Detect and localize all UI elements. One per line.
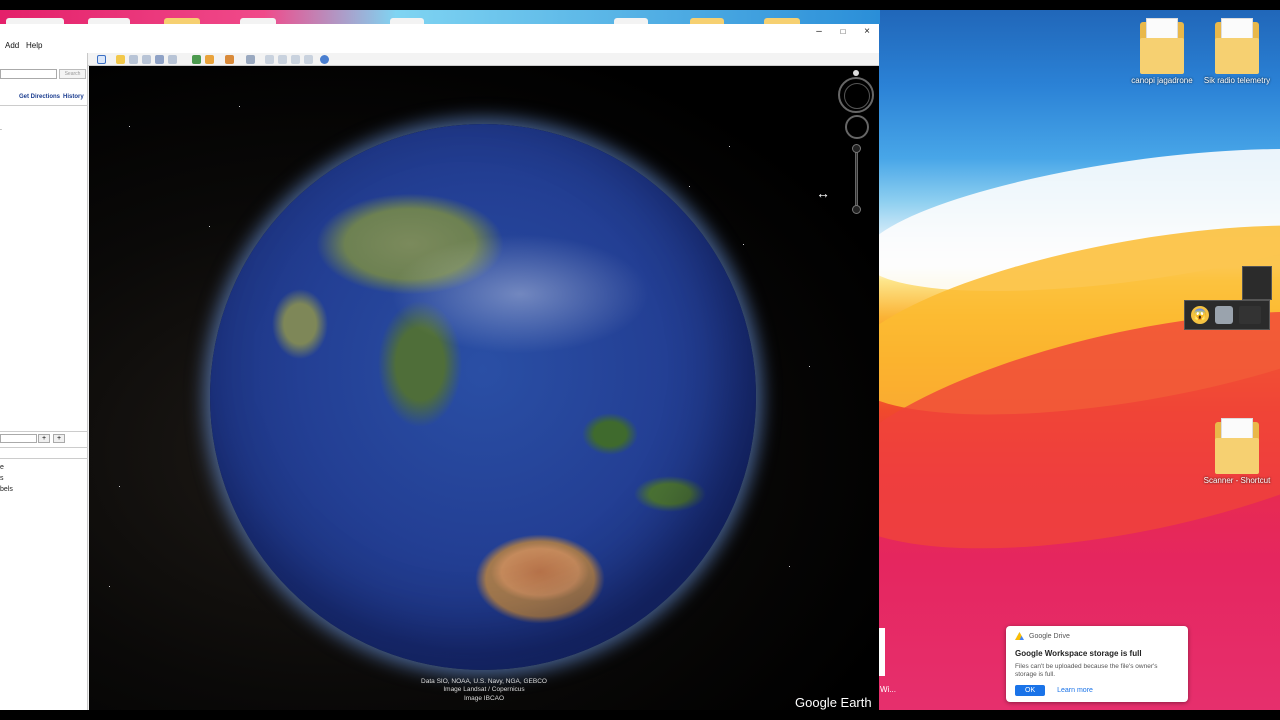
desktop-icon-canopi[interactable]: canopi jagadrone — [1122, 18, 1202, 85]
browser-tab-strip — [0, 10, 880, 32]
desktop-icon-label: Scanner - Shortcut — [1203, 476, 1271, 485]
divider — [0, 431, 88, 432]
top-black-bar — [0, 0, 1280, 10]
emoji-tray-icon[interactable]: 😱 — [1191, 306, 1209, 324]
folder-icon — [1140, 18, 1184, 74]
earth-3d-viewer[interactable]: ↔ Data SIO, NOAA, U.S. Navy, NGA, GEBCO … — [89, 66, 879, 710]
tray-overflow-top[interactable] — [1242, 266, 1272, 300]
attribution-line: Data SIO, NOAA, U.S. Navy, NGA, GEBCO — [421, 678, 547, 685]
placemark-icon[interactable] — [116, 55, 125, 64]
folder-shortcut-icon — [1215, 418, 1259, 474]
print-icon[interactable] — [278, 55, 287, 64]
menu-add[interactable]: Add — [5, 41, 19, 50]
polygon-icon[interactable] — [129, 55, 138, 64]
desktop-icon-sik-radio[interactable]: Sik radio telemetry — [1197, 18, 1277, 85]
menu-bar: Add Help — [0, 40, 879, 53]
resize-cursor-icon: ↔ — [816, 185, 830, 201]
notification-message: Files can't be uploaded because the file… — [1015, 663, 1158, 679]
divider — [0, 447, 88, 448]
notification-learn-more-link[interactable]: Learn more — [1057, 687, 1093, 694]
sunlight-icon[interactable] — [205, 55, 214, 64]
places-add-button[interactable]: + — [38, 434, 50, 443]
places-move-button[interactable]: + — [53, 434, 65, 443]
desktop-icon-label: Sik radio telemetry — [1203, 76, 1271, 85]
view-in-maps-icon[interactable] — [304, 55, 313, 64]
earth-globe[interactable] — [210, 124, 756, 670]
bottom-black-bar — [0, 710, 1280, 720]
maximize-button[interactable]: □ — [831, 25, 855, 39]
path-icon[interactable] — [142, 55, 151, 64]
sidebar-toggle-icon[interactable] — [97, 55, 106, 64]
search-links: Get Directions History — [0, 92, 88, 104]
divider — [0, 458, 88, 459]
divider — [0, 105, 88, 106]
search-button[interactable]: Search — [59, 69, 86, 79]
notification-source: Google Drive — [1029, 632, 1070, 640]
zoom-out-icon[interactable] — [852, 205, 861, 214]
places-filter-input[interactable] — [0, 434, 37, 443]
window-titlebar[interactable]: – □ × — [0, 24, 879, 40]
background-window-label: Wi... — [880, 685, 896, 694]
imagery-attribution: Data SIO, NOAA, U.S. Navy, NGA, GEBCO Im… — [389, 678, 579, 703]
app-tray-icon[interactable] — [1215, 306, 1233, 324]
record-tour-icon[interactable] — [168, 55, 177, 64]
layer-item[interactable]: e — [0, 464, 4, 471]
attribution-line: Image IBCAO — [463, 694, 505, 702]
desktop-icon-scanner-shortcut[interactable]: Scanner - Shortcut — [1197, 418, 1277, 485]
earth-icon[interactable] — [320, 55, 329, 64]
search-input[interactable] — [0, 69, 57, 79]
tray-overflow-popup: 😱 — [1184, 300, 1270, 330]
attribution-line: Image Landsat / Copernicus — [443, 686, 525, 694]
google-earth-logo: Google Earth — [795, 695, 872, 710]
drive-notification: Google Drive Google Workspace storage is… — [1006, 626, 1188, 702]
screen: canopi jagadrone Sik radio telemetry Sca… — [0, 0, 1280, 720]
layer-item[interactable]: bels — [0, 486, 13, 493]
search-results-fragment: . — [0, 125, 2, 132]
zoom-slider[interactable] — [855, 146, 858, 212]
screen-tray-icon[interactable] — [1239, 306, 1261, 324]
toolbar — [88, 53, 879, 66]
ruler-icon[interactable] — [246, 55, 255, 64]
background-window-edge[interactable] — [879, 628, 885, 676]
historical-imagery-icon[interactable] — [192, 55, 201, 64]
sidebar: Search Get Directions History . + + e s … — [0, 53, 88, 710]
history-link[interactable]: History — [63, 94, 84, 100]
google-earth-window: – □ × Add Help Search Get Directions His… — [0, 24, 879, 710]
save-image-icon[interactable] — [291, 55, 300, 64]
zoom-in-icon[interactable] — [852, 144, 861, 153]
google-drive-icon — [1015, 632, 1024, 640]
look-joystick[interactable] — [845, 115, 869, 139]
planets-icon[interactable] — [225, 55, 234, 64]
get-directions-link[interactable]: Get Directions — [19, 94, 60, 100]
north-indicator[interactable] — [853, 70, 859, 76]
layer-item[interactable]: s — [0, 475, 4, 482]
navigation-compass[interactable] — [838, 77, 874, 113]
email-icon[interactable] — [265, 55, 274, 64]
desktop-icon-label: canopi jagadrone — [1131, 76, 1193, 85]
notification-title: Google Workspace storage is full — [1015, 649, 1142, 658]
notification-ok-button[interactable]: OK — [1015, 684, 1046, 696]
image-overlay-icon[interactable] — [155, 55, 164, 64]
minimize-button[interactable]: – — [807, 25, 831, 39]
menu-help[interactable]: Help — [26, 41, 42, 50]
close-button[interactable]: × — [855, 25, 879, 39]
folder-icon — [1215, 18, 1259, 74]
